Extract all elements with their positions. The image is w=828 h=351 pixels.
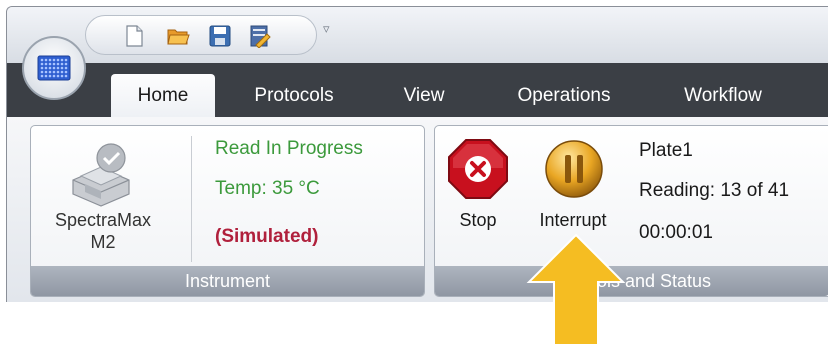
controls-and-status-group: Stop Interrupt Plate1 Reading: 13 of 41 … (434, 125, 828, 297)
instrument-group-label: Instrument (31, 266, 424, 296)
instrument-name: SpectraMax M2 (54, 210, 152, 252)
quick-access-toolbar (85, 15, 317, 55)
application-menu-button[interactable] (22, 36, 86, 100)
tab-workflow[interactable]: Workflow (661, 74, 785, 117)
spectramax-instrument-icon[interactable] (65, 136, 137, 208)
yellow-arrow-icon (526, 233, 626, 346)
read-status-text: Read In Progress (215, 138, 363, 159)
temperature-text: Temp: 35 °C (215, 178, 320, 199)
reading-progress-text: Reading: 13 of 41 (639, 180, 790, 201)
tab-operations[interactable]: Operations (493, 74, 635, 117)
tab-view[interactable]: View (387, 74, 461, 117)
save-icon[interactable] (208, 24, 232, 48)
customize-toolbar-chevron-icon[interactable]: ▿ (323, 21, 330, 37)
tab-protocols[interactable]: Protocols (233, 74, 355, 117)
tab-home[interactable]: Home (111, 74, 215, 117)
stop-button[interactable]: Stop (443, 134, 513, 252)
edit-protocol-icon[interactable] (248, 24, 272, 48)
microplate-icon (37, 55, 71, 81)
instrument-group: SpectraMax M2 Read In Progress Temp: 35 … (30, 125, 425, 297)
simulated-mode-text: (Simulated) (215, 226, 319, 247)
stop-icon (448, 139, 508, 199)
new-file-icon[interactable] (122, 24, 146, 48)
elapsed-time-text: 00:00:01 (639, 222, 713, 243)
stop-button-label: Stop (459, 210, 497, 230)
interrupt-button-label: Interrupt (539, 210, 607, 230)
plate-name-text: Plate1 (639, 140, 693, 161)
title-bar: ▿ (7, 7, 828, 63)
pause-icon (545, 140, 603, 198)
open-folder-icon[interactable] (166, 24, 190, 48)
controls-and-status-group-label: Controls and Status (435, 266, 828, 296)
app-window: ▿ Home Protocols View Operations Workflo… (6, 6, 828, 302)
group-divider (191, 136, 192, 262)
